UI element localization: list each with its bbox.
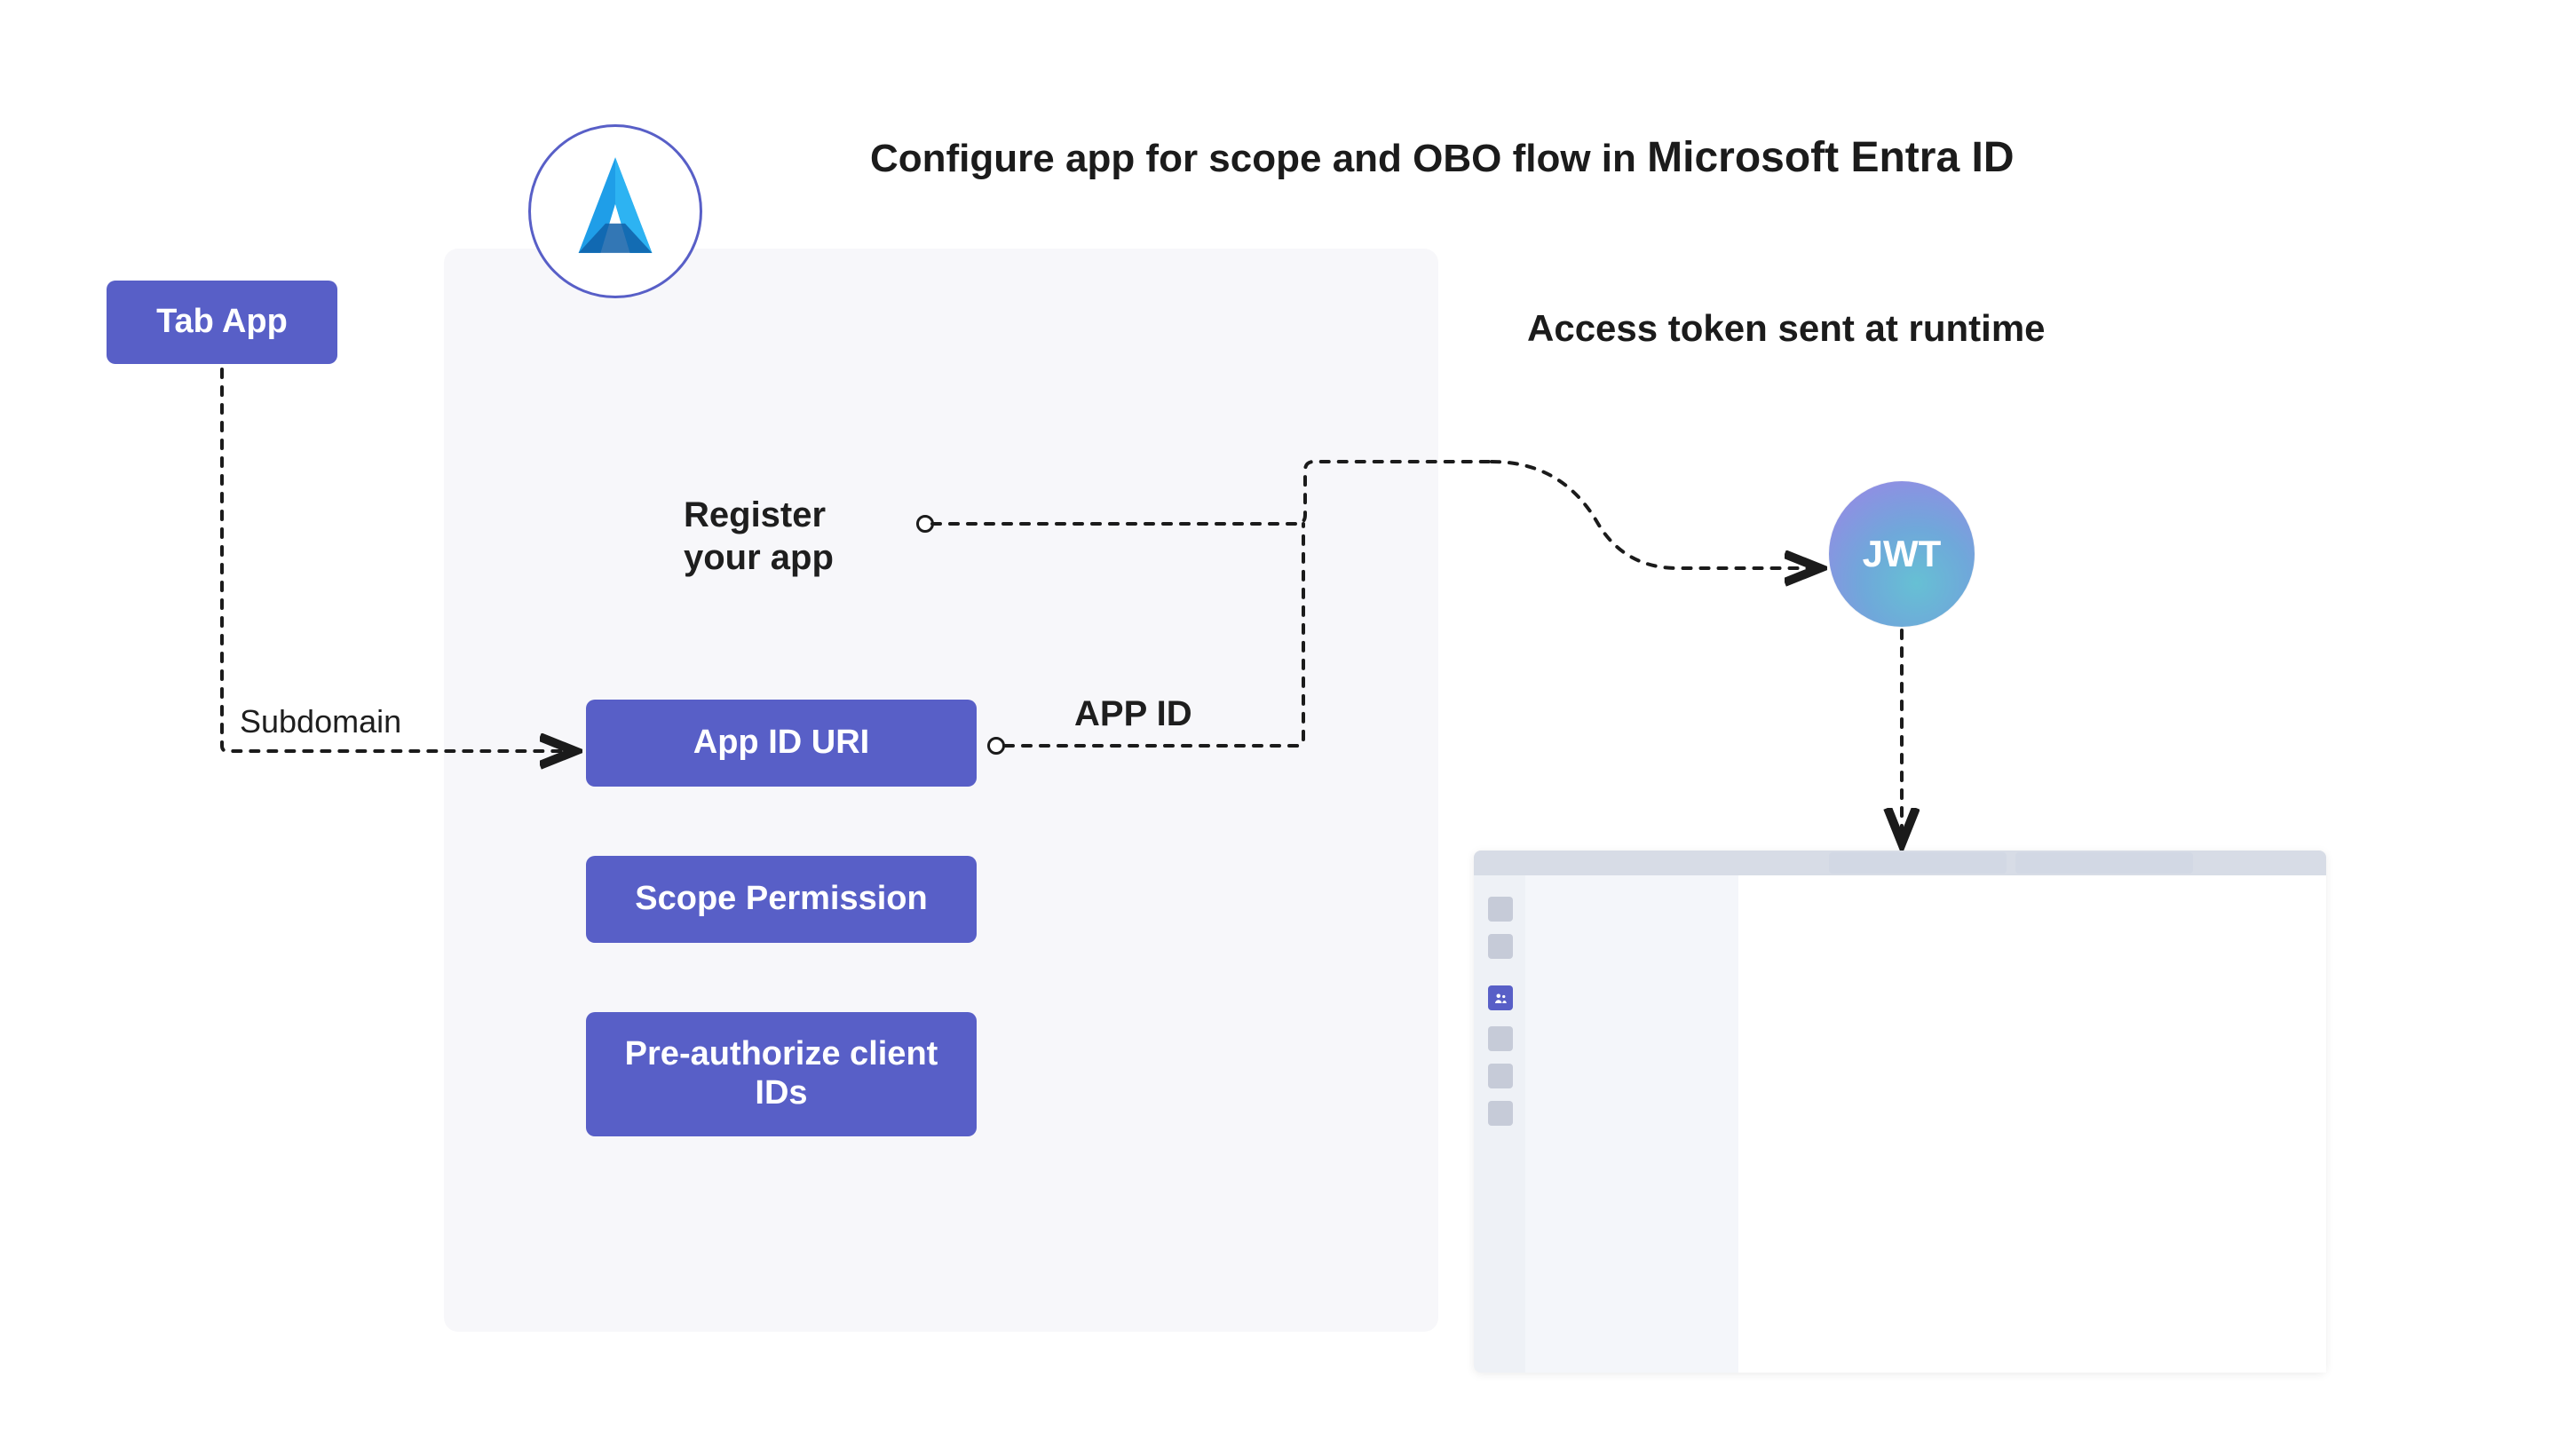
app-tab-1	[1829, 852, 2007, 874]
jwt-node: JWT	[1829, 481, 1975, 627]
sidebar-icon-3	[1488, 1026, 1513, 1051]
node-app-id-uri-label: App ID URI	[693, 724, 869, 763]
sidebar-icon-2	[1488, 934, 1513, 959]
app-left-panel	[1525, 875, 1738, 1373]
app-id-text: APP ID	[1074, 694, 1192, 733]
main-title-prefix: Configure app for scope and OBO flow in	[870, 137, 1647, 180]
register-line2: your app	[684, 538, 834, 577]
subtitle-text: Access token sent at runtime	[1527, 307, 2046, 349]
node-tab-app-label: Tab App	[156, 303, 288, 342]
node-scope-permission: Scope Permission	[586, 856, 977, 943]
node-pre-authorize-label: Pre-authorize client IDs	[597, 1035, 966, 1112]
app-id-label: APP ID	[1074, 694, 1192, 734]
jwt-label: JWT	[1863, 533, 1942, 575]
subdomain-text: Subdomain	[240, 703, 401, 740]
config-panel	[444, 249, 1438, 1332]
azure-icon	[531, 127, 700, 296]
sidebar-icon-1	[1488, 897, 1513, 922]
subdomain-label: Subdomain	[240, 703, 401, 740]
app-content-panel	[1738, 875, 2326, 1373]
node-pre-authorize: Pre-authorize client IDs	[586, 1012, 977, 1136]
sidebar-icon-teams	[1488, 985, 1513, 1010]
sidebar-icon-5	[1488, 1101, 1513, 1126]
subtitle: Access token sent at runtime	[1527, 307, 2046, 350]
diagram-canvas: Configure app for scope and OBO flow in …	[0, 0, 2557, 1456]
register-line1: Register	[684, 495, 826, 534]
azure-logo-circle	[528, 124, 702, 298]
main-title-strong: Microsoft Entra ID	[1647, 134, 2014, 181]
teams-icon	[1492, 990, 1508, 1006]
app-tab-2	[2015, 852, 2193, 874]
sidebar-icon-4	[1488, 1064, 1513, 1088]
main-title: Configure app for scope and OBO flow in …	[870, 133, 2015, 182]
node-scope-permission-label: Scope Permission	[635, 880, 927, 919]
register-dot	[916, 515, 934, 533]
node-tab-app: Tab App	[107, 281, 337, 364]
node-app-id-uri: App ID URI	[586, 700, 977, 787]
app-id-uri-dot	[987, 737, 1005, 755]
app-window	[1474, 851, 2326, 1373]
register-label: Register your app	[684, 494, 834, 579]
